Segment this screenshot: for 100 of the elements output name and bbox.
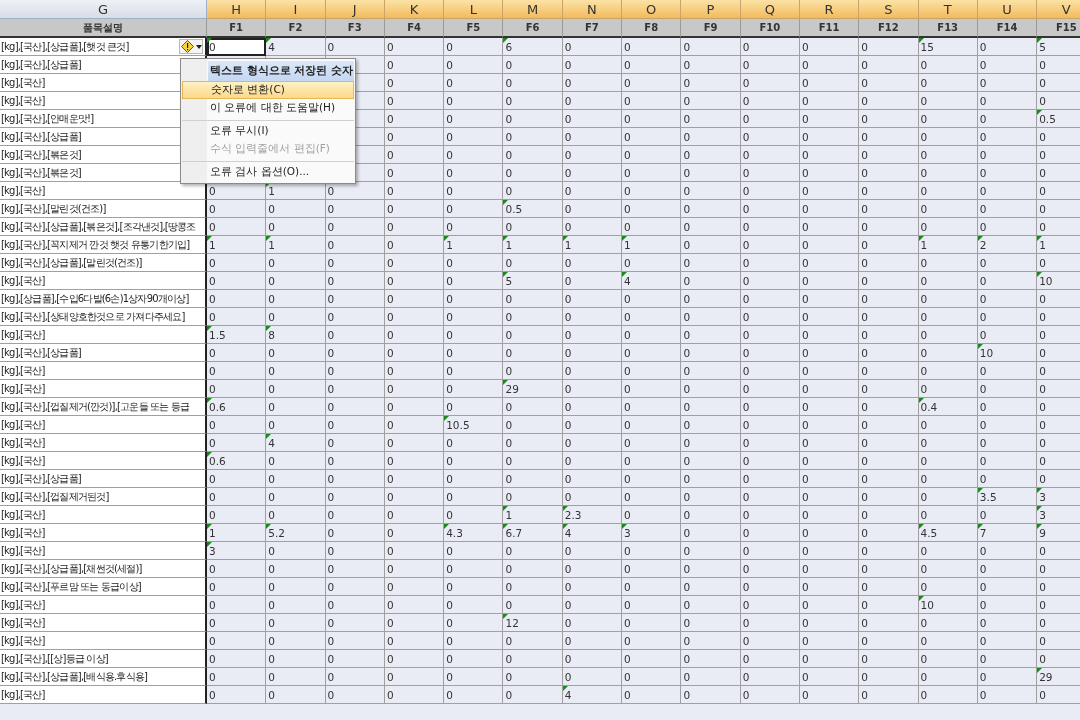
- value-cell: 0: [207, 362, 267, 380]
- value-cell: 4.3: [444, 524, 504, 542]
- value-cell: 0: [918, 128, 978, 146]
- value-cell: 0: [562, 344, 623, 362]
- value-cell: 0: [562, 56, 623, 74]
- value-cell: 0: [977, 578, 1038, 596]
- value-cell: 0: [325, 596, 385, 614]
- description-cell: [kg],[국산]: [0, 434, 207, 452]
- column-header[interactable]: R: [799, 0, 860, 19]
- value-cell: 0: [681, 326, 741, 344]
- column-header[interactable]: J: [325, 0, 385, 19]
- value-cell: 0: [503, 110, 563, 128]
- value-cell: 0: [740, 398, 800, 416]
- value-cell: 4: [266, 38, 326, 56]
- column-header[interactable]: I: [266, 0, 326, 19]
- value-cell: 4: [562, 686, 623, 704]
- value-cell: 0: [977, 308, 1038, 326]
- column-header[interactable]: O: [622, 0, 682, 19]
- value-cell: 0: [740, 128, 800, 146]
- field-header: F6: [503, 19, 563, 38]
- value-cell: 0: [562, 542, 623, 560]
- value-cell: 0: [681, 434, 741, 452]
- value-cell: 0: [859, 272, 919, 290]
- menu-item[interactable]: 오류 검사 옵션(O)...: [182, 161, 354, 181]
- menu-item[interactable]: 오류 무시(I): [182, 120, 354, 140]
- value-cell: 0: [562, 146, 623, 164]
- column-header[interactable]: T: [918, 0, 978, 19]
- value-cell: 0: [207, 254, 267, 272]
- value-cell: 0: [384, 362, 445, 380]
- column-header[interactable]: K: [384, 0, 445, 19]
- value-cell: 0: [384, 290, 445, 308]
- column-header[interactable]: Q: [740, 0, 800, 19]
- value-cell: 4: [266, 434, 326, 452]
- value-cell: 0: [207, 290, 267, 308]
- value-cell: 0: [740, 560, 800, 578]
- value-cell: 0: [622, 344, 682, 362]
- value-cell: 0: [384, 506, 445, 524]
- value-cell: 0: [444, 272, 504, 290]
- value-cell: 0: [799, 434, 860, 452]
- value-cell: 0: [859, 290, 919, 308]
- column-header[interactable]: U: [977, 0, 1038, 19]
- value-cell: 0: [384, 344, 445, 362]
- value-cell: 0: [325, 362, 385, 380]
- value-cell: 0: [799, 290, 860, 308]
- value-cell: 0: [859, 56, 919, 74]
- value-cell: 0: [740, 308, 800, 326]
- column-header[interactable]: V: [1037, 0, 1080, 19]
- value-cell: 0: [562, 272, 623, 290]
- value-cell: 0: [799, 74, 860, 92]
- value-cell: 0: [740, 326, 800, 344]
- value-cell: 5: [503, 272, 563, 290]
- value-cell: 0: [207, 218, 267, 236]
- menu-title: 텍스트 형식으로 저장된 숫자: [208, 61, 354, 81]
- column-header[interactable]: M: [503, 0, 563, 19]
- value-cell: 0: [562, 434, 623, 452]
- menu-item[interactable]: 숫자로 변환(C): [182, 81, 354, 99]
- value-cell: 0: [444, 38, 504, 56]
- column-header[interactable]: N: [562, 0, 623, 19]
- column-header[interactable]: P: [681, 0, 741, 19]
- value-cell: 0: [622, 146, 682, 164]
- value-cell: 0: [325, 200, 385, 218]
- description-cell: [kg],[국산],[상급품],[배식용.후식용]: [0, 668, 207, 686]
- column-header[interactable]: L: [444, 0, 504, 19]
- value-cell: 0: [799, 524, 860, 542]
- value-cell: 0: [444, 614, 504, 632]
- description-cell: [kg],[국산]: [0, 452, 207, 470]
- error-button[interactable]: [179, 39, 203, 54]
- value-cell: 0: [266, 254, 326, 272]
- value-cell: 0: [444, 290, 504, 308]
- value-cell: 0: [207, 596, 267, 614]
- value-cell: 0: [977, 380, 1038, 398]
- value-cell: 0: [681, 686, 741, 704]
- value-cell: 0: [918, 308, 978, 326]
- value-cell: 0: [622, 614, 682, 632]
- column-header[interactable]: H: [207, 0, 267, 19]
- value-cell: 0: [325, 542, 385, 560]
- value-cell: 0: [622, 380, 682, 398]
- field-header: F2: [266, 19, 326, 38]
- value-cell: 0: [207, 488, 267, 506]
- field-header: F15: [1037, 19, 1080, 38]
- value-cell: 0: [681, 614, 741, 632]
- value-cell: 0: [977, 272, 1038, 290]
- value-cell: 0: [740, 218, 800, 236]
- value-cell: 0: [384, 668, 445, 686]
- value-cell: 0: [325, 182, 385, 200]
- value-cell: 0: [622, 398, 682, 416]
- value-cell: 0: [325, 650, 385, 668]
- value-cell: 0: [859, 470, 919, 488]
- value-cell: 0: [859, 452, 919, 470]
- column-header[interactable]: S: [859, 0, 919, 19]
- value-cell: 0: [859, 164, 919, 182]
- value-cell: 0: [384, 110, 445, 128]
- value-cell: 0: [562, 632, 623, 650]
- value-cell: 0: [444, 434, 504, 452]
- column-header[interactable]: G: [0, 0, 207, 19]
- value-cell: 0: [622, 578, 682, 596]
- value-cell: 0: [384, 236, 445, 254]
- value-cell: 0: [503, 362, 563, 380]
- value-cell: 0: [503, 164, 563, 182]
- value-cell: 0: [799, 542, 860, 560]
